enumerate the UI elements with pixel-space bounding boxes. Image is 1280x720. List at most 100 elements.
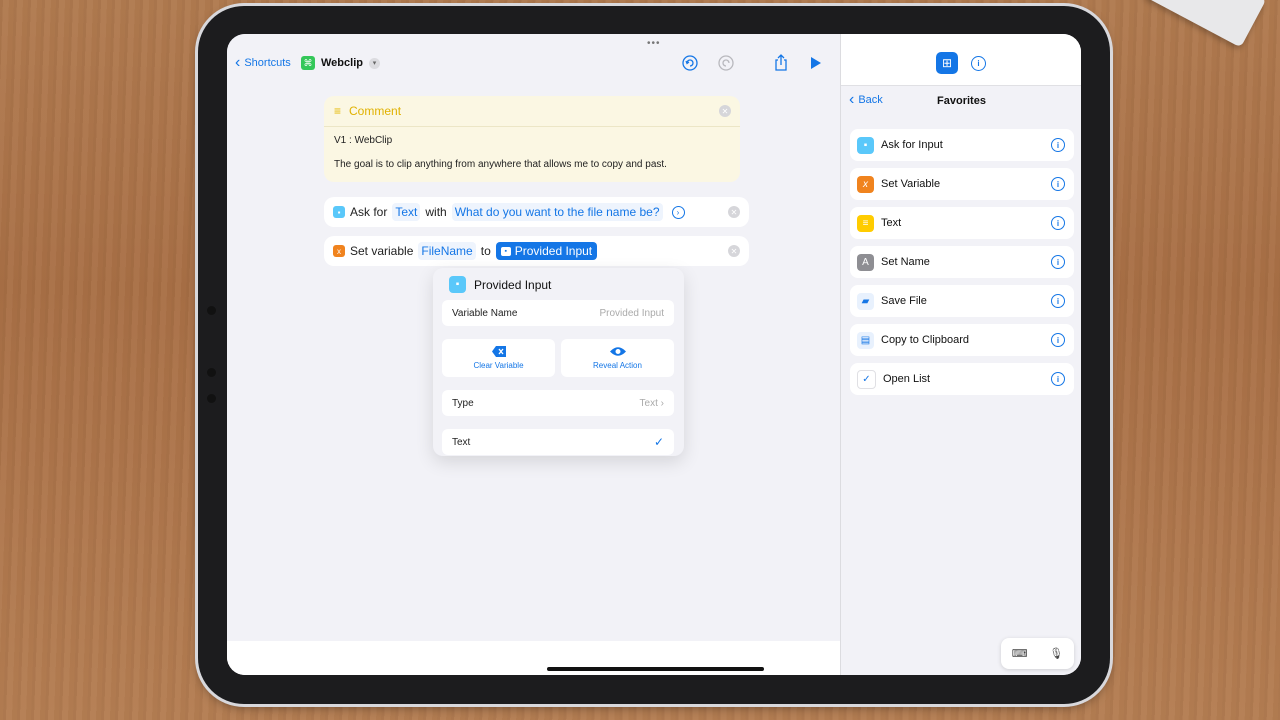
comment-header: ≡ Comment — [324, 96, 740, 127]
back-to-shortcuts[interactable]: ‹ Shortcuts — [235, 54, 291, 71]
favorite-set-name[interactable]: A Set Name i — [850, 246, 1074, 278]
favorite-label: Set Variable — [881, 178, 941, 190]
keyboard-shortcut-pill[interactable]: ⌨ 🎙 — [1001, 638, 1074, 669]
prompt-token[interactable]: What do you want to the file name be? — [451, 203, 663, 221]
speech-bubble-icon: ▪ — [857, 136, 874, 154]
favorite-label: Ask for Input — [881, 139, 943, 151]
info-tab[interactable]: i — [971, 56, 986, 71]
undo-button[interactable] — [681, 54, 699, 72]
comment-line: The goal is to clip anything from anywhe… — [334, 159, 667, 170]
rename-icon: A — [857, 253, 874, 271]
text-lines-icon: ≡ — [857, 214, 874, 232]
play-icon — [811, 57, 821, 69]
delete-backward-icon — [491, 346, 506, 357]
chevron-down-icon[interactable]: ▾ — [368, 57, 380, 69]
actions-sidebar: ⊞ i ‹ Back Favorites ▪ Ask for Input i x… — [840, 34, 1081, 675]
home-indicator[interactable] — [547, 667, 764, 671]
sensor-dot — [207, 394, 216, 403]
variable-x-icon: x — [857, 175, 874, 193]
remove-comment-button[interactable]: ✕ — [719, 105, 731, 117]
type-value: Text › — [640, 398, 664, 409]
favorite-copy-to-clipboard[interactable]: ▤ Copy to Clipboard i — [850, 324, 1074, 356]
run-button[interactable] — [806, 54, 824, 72]
variable-name-token[interactable]: FileName — [418, 242, 476, 260]
speech-bubble-icon: ▪ — [449, 276, 466, 293]
popover-title: Provided Input — [474, 277, 552, 292]
input-type-token[interactable]: Text — [392, 203, 421, 221]
undo-icon — [682, 55, 698, 71]
sidebar-title: Favorites — [937, 95, 986, 107]
comment-lines-icon: ≡ — [334, 104, 342, 118]
action-connector: with — [425, 205, 447, 219]
remove-action-button[interactable]: ✕ — [728, 245, 740, 257]
microphone-icon[interactable]: 🎙 — [1049, 647, 1063, 660]
favorite-label: Copy to Clipboard — [881, 334, 970, 346]
back-label: Shortcuts — [244, 57, 291, 69]
list-check-icon: ✓ — [857, 369, 876, 389]
action-label: Set variable — [350, 244, 414, 258]
info-icon[interactable]: i — [1051, 333, 1065, 347]
ipad-device: ••• ‹ Shortcuts ⌘ Webclip ▾ ≡ Comment ✕ … — [198, 6, 1110, 704]
remove-action-button[interactable]: ✕ — [728, 206, 740, 218]
type-row[interactable]: Type Text › — [442, 390, 674, 416]
comment-action[interactable]: ≡ Comment ✕ V1 : WebClip The goal is to … — [324, 96, 740, 182]
field-label: Type — [452, 397, 474, 409]
multitasking-dots[interactable]: ••• — [647, 38, 661, 49]
action-connector: to — [480, 244, 491, 258]
favorite-open-list[interactable]: ✓ Open List i — [850, 363, 1074, 395]
info-icon[interactable]: i — [1051, 138, 1065, 152]
ask-for-input-action[interactable]: ▪ Ask for Text with What do you want to … — [324, 197, 749, 227]
action-label: Ask for — [350, 205, 388, 219]
info-icon[interactable]: i — [1051, 255, 1065, 269]
type-value-text: Text — [639, 397, 658, 409]
button-label: Clear Variable — [473, 361, 524, 370]
files-icon: ▰ — [857, 292, 874, 310]
redo-button[interactable] — [717, 54, 735, 72]
info-icon[interactable]: i — [1051, 294, 1065, 308]
favorite-set-variable[interactable]: x Set Variable i — [850, 168, 1074, 200]
variable-name-field[interactable]: Variable Name Provided Input — [442, 300, 674, 326]
popover-header: ▪ Provided Input — [449, 276, 551, 293]
chevron-right-icon: › — [660, 397, 664, 409]
favorite-text[interactable]: ≡ Text i — [850, 207, 1074, 239]
favorite-save-file[interactable]: ▰ Save File i — [850, 285, 1074, 317]
shortcut-title[interactable]: ⌘ Webclip ▾ — [301, 56, 380, 70]
shortcut-glyph-icon: ⌘ — [301, 56, 315, 70]
info-icon[interactable]: i — [1051, 372, 1065, 386]
action-library-tab[interactable]: ⊞ — [936, 52, 958, 74]
button-label: Reveal Action — [593, 361, 642, 370]
comment-body[interactable]: V1 : WebClip The goal is to clip anythin… — [324, 127, 740, 191]
side-sensors — [204, 306, 218, 416]
comment-title: Comment — [349, 104, 402, 118]
chevron-left-icon: ‹ — [235, 54, 241, 71]
redo-icon — [718, 55, 734, 71]
clipboard-icon: ▤ — [857, 331, 874, 349]
speech-bubble-icon: ▪ — [500, 246, 511, 256]
share-button[interactable] — [772, 54, 790, 72]
comment-line: V1 : WebClip — [334, 135, 393, 146]
share-icon — [775, 54, 787, 71]
type-option-text[interactable]: Text ✓ — [442, 429, 674, 455]
favorite-label: Set Name — [881, 256, 930, 268]
keyboard-icon[interactable]: ⌨ — [1012, 647, 1028, 660]
clear-variable-button[interactable]: Clear Variable — [442, 339, 555, 377]
checkmark-icon: ✓ — [653, 435, 664, 449]
option-label: Text — [452, 436, 471, 448]
favorite-label: Save File — [881, 295, 927, 307]
field-label: Variable Name — [452, 307, 518, 319]
variable-x-icon: x — [333, 245, 345, 257]
keyboard-case-corner — [1143, 0, 1267, 48]
favorite-ask-for-input[interactable]: ▪ Ask for Input i — [850, 129, 1074, 161]
eye-icon — [609, 347, 626, 356]
sidebar-tabs: ⊞ i — [841, 34, 1081, 86]
provided-input-token[interactable]: ▪ Provided Input — [495, 242, 598, 260]
info-icon[interactable]: i — [1051, 216, 1065, 230]
sensor-dot — [207, 368, 216, 377]
shortcut-editor: ••• ‹ Shortcuts ⌘ Webclip ▾ ≡ Comment ✕ … — [227, 34, 840, 675]
info-icon[interactable]: i — [1051, 177, 1065, 191]
expand-options-icon[interactable]: › — [671, 205, 685, 219]
reveal-action-button[interactable]: Reveal Action — [561, 339, 674, 377]
shortcut-name: Webclip — [321, 57, 363, 69]
variable-name-input[interactable]: Provided Input — [600, 308, 665, 319]
set-variable-action[interactable]: x Set variable FileName to ▪ Provided In… — [324, 236, 749, 266]
